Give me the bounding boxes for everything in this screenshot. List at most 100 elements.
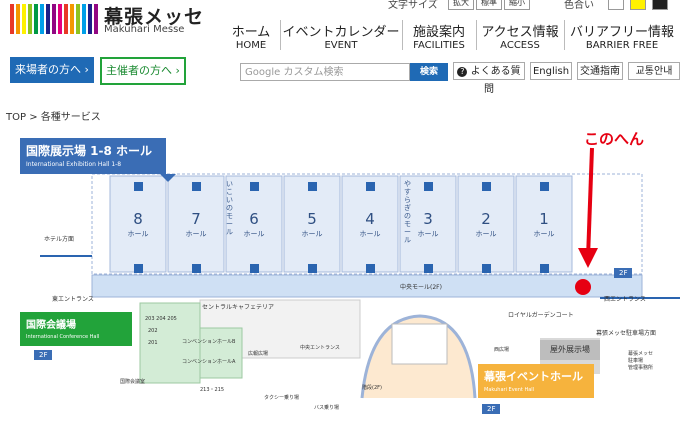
hall-blocks: 8 ホール 7 ホール 6 ホール 5 ホール 4 ホール 3 ホール 2 ホール 1 ホール [109,175,573,273]
logo-bar [70,4,74,34]
floor-badge-conf: 2F [34,350,53,360]
logo-bar [40,4,44,34]
logo-bar [16,4,20,34]
accessible-restroom-icon [250,264,259,273]
faq-label: よくある質問 [470,66,521,95]
accessible-restroom-icon [308,264,317,273]
parking-label: 幕張メッセ駐車場方面 [596,330,657,337]
logo-bar [76,4,80,34]
annotation-arrow-shaft [586,147,594,259]
west-entrance-label: 西エントランス [604,296,646,303]
lounge-label: 広報広場 [248,351,269,357]
help-icon: ? [457,67,468,77]
color-white-button[interactable] [608,0,624,10]
font-size-large-button[interactable]: 拡大 [448,0,474,10]
floor-badge-east: 2F [614,268,633,278]
bus-label: バス乗り場 [314,405,340,411]
traffic-kr-button[interactable]: 교통안내 [628,62,680,80]
event-hall-title-en: Makuhari Event Hall [484,387,535,393]
font-size-small-button[interactable]: 縮小 [504,0,530,10]
hall-2-label: ホール [476,230,497,238]
hall-5-number: 5 [307,210,317,228]
restroom-icon [250,182,259,191]
logo-bar [64,4,68,34]
color-label: 色合い [564,0,594,11]
hall-8-number: 8 [133,210,143,228]
logo-bar [58,4,62,34]
nav-access-en: ACCESS [500,40,540,51]
logo-bar [52,4,56,34]
nav-facilities-en: FACILITIES [413,40,465,51]
conference-title-box: 国際会議場 International Conference Hall [20,312,132,346]
hall-title: 国際展示場 1-8 ホール [26,144,153,158]
nav-event-en: EVENT [324,40,358,51]
ramp-label: 階段(2F) [362,385,382,391]
restroom-icon [482,182,491,191]
room-numbers-top: 203 204 205 [145,316,177,322]
accessible-restroom-icon [192,264,201,273]
rooms-213-label: 213・215 [200,387,225,393]
logo-bar [22,4,26,34]
accessible-restroom-icon [482,264,491,273]
logo-text-en: Makuhari Messe [104,24,185,35]
annotation-dot [575,279,591,295]
central-mall-band [91,274,643,298]
hall-3-label: ホール [418,230,439,238]
hotel-label: ホテル方面 [44,236,75,243]
outdoor-label: 屋外展示場 [540,340,600,360]
room-202: 202 [148,328,158,334]
visitor-button[interactable]: 来場者の方へ › [10,57,94,83]
search-button[interactable]: 検索 [410,63,448,81]
ikoi-mall-label: いこいのモール [226,180,233,236]
nav-home[interactable]: ホーム HOME [224,20,278,51]
nav-event[interactable]: イベントカレンダー EVENT [280,20,401,51]
yasuragi-mall-label: やすらぎのモール [404,180,411,244]
nav-barrier-free-jp: バリアフリー情報 [569,25,674,40]
nav-facilities-jp: 施設案内 [412,25,465,40]
logo-bar [88,4,92,34]
breadcrumb[interactable]: TOP > 各種サービス [6,108,101,123]
room-201: 201 [148,340,158,346]
hall-title-en: International Exhibition Hall 1-8 [26,161,122,168]
hall-7-number: 7 [191,210,201,228]
nav-facilities[interactable]: 施設案内 FACILITIES [402,20,475,51]
floor-badge-event: 2F [482,404,501,414]
royal-garden-label: ロイヤルガーデンコート [508,312,574,319]
convention-hall [199,327,243,379]
hall-4-label: ホール [360,230,381,238]
convention-a-label: コンベンションホールA [182,359,236,365]
hall-1-number: 1 [539,210,549,228]
nav-barrier-free[interactable]: バリアフリー情報 BARRIER FREE [564,20,679,51]
restroom-icon [366,182,375,191]
traffic-cn-button[interactable]: 交通指南 [577,62,623,80]
hall-8-label: ホール [128,230,149,238]
faq-button[interactable]: ? よくある質問 [453,62,525,95]
cafeteria-label: セントラルキャフェテリア [202,304,275,311]
hall-6-label: ホール [244,230,265,238]
restroom-icon [308,182,317,191]
search-input[interactable]: Google カスタム検索 [240,63,410,81]
color-yellow-button[interactable] [630,0,646,10]
logo-bar [94,4,98,34]
conference-title-en: International Conference Hall [26,334,100,340]
west-area-label: 西広場 [494,347,510,353]
logo-bar [82,4,86,34]
color-black-button[interactable] [652,0,668,10]
accessible-restroom-icon [134,264,143,273]
restroom-icon [424,182,433,191]
organizer-button[interactable]: 主催者の方へ › [100,57,186,85]
accessible-restroom-icon [366,264,375,273]
logo-bar [28,4,32,34]
english-button[interactable]: English [530,62,572,80]
nav-access-jp: アクセス情報 [481,25,559,40]
font-size-normal-button[interactable]: 標準 [476,0,502,10]
event-hall-title: 幕張イベントホール [484,370,583,383]
hall-3-number: 3 [423,210,433,228]
nav-access[interactable]: アクセス情報 ACCESS [476,20,563,51]
hall-1-label: ホール [534,230,555,238]
accessible-restroom-icon [540,264,549,273]
logo-mark[interactable] [10,4,98,34]
hall-6-number: 6 [249,210,259,228]
annotation-arrow-head [578,248,598,268]
hall-title-box: 国際展示場 1-8 ホール International Exhibition H… [20,138,166,174]
